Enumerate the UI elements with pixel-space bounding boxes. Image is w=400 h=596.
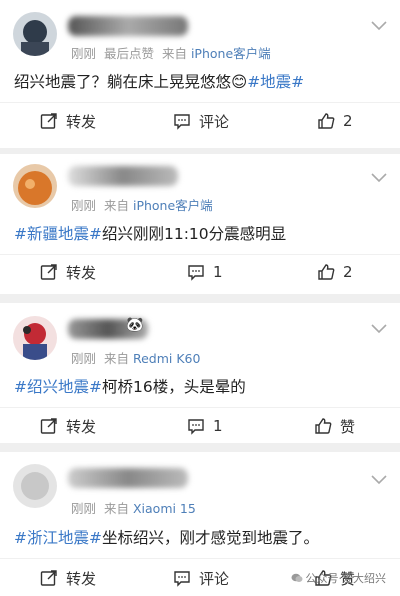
watermark: 公众号·爱大绍兴 [291,570,386,586]
post-meta: 刚刚 来自 Xiaomi 15 [71,501,196,516]
thumbs-up-icon [318,264,335,280]
repost-button[interactable]: 转发 [40,258,96,286]
repost-button[interactable]: 转发 [40,412,96,440]
comment-button[interactable]: 1 [187,258,223,286]
hashtag-link[interactable]: #绍兴地震# [14,378,102,396]
comment-icon [174,571,190,587]
post-text: #绍兴地震#柯桥16楼，头是晕的 [14,378,246,396]
username-blurred[interactable] [68,16,188,36]
hashtag-link[interactable]: #新疆地震# [14,225,102,243]
repost-icon [40,570,57,586]
client-link[interactable]: Redmi K60 [133,351,200,366]
repost-icon [40,264,57,280]
username-blurred[interactable] [68,166,178,186]
repost-button[interactable]: 转发 [40,564,96,592]
like-button[interactable]: 2 [317,258,353,286]
comment-button[interactable]: 1 [187,412,223,440]
post-card: 刚刚 最后点赞 来自 iPhone客户端 绍兴地震了？躺在床上晃晃悠悠😊#地震#… [0,0,400,148]
client-link[interactable]: iPhone客户端 [191,46,271,61]
chevron-down-icon[interactable] [370,323,388,335]
hashtag-link[interactable]: #浙江地震# [14,529,102,547]
avatar[interactable] [13,12,57,56]
thumbs-up-icon [318,113,335,129]
post-meta: 刚刚 来自 iPhone客户端 [71,198,213,213]
chevron-down-icon[interactable] [370,20,388,32]
post-meta: 刚刚 来自 Redmi K60 [71,351,201,366]
wechat-icon [291,573,302,582]
like-button[interactable]: 2 [317,107,353,135]
post-card: 🐼 刚刚 来自 Redmi K60 #绍兴地震#柯桥16楼，头是晕的 转发 1 … [0,303,400,443]
chevron-down-icon[interactable] [370,172,388,184]
comment-icon [174,114,190,130]
avatar[interactable] [13,164,57,208]
comment-icon [188,265,204,281]
like-button[interactable]: 赞 [314,412,355,440]
post-meta: 刚刚 最后点赞 来自 iPhone客户端 [71,46,271,61]
repost-button[interactable]: 转发 [40,107,96,135]
client-link[interactable]: iPhone客户端 [133,198,213,213]
thumbs-up-icon [315,418,332,434]
comment-button[interactable]: 评论 [173,107,229,135]
avatar[interactable] [13,464,57,508]
post-text: #浙江地震#坐标绍兴，刚才感觉到地震了。 [14,529,319,547]
repost-icon [40,418,57,434]
avatar[interactable] [13,316,57,360]
client-link[interactable]: Xiaomi 15 [133,501,196,516]
panda-emoji: 🐼 [126,317,144,333]
username-blurred[interactable] [68,468,188,488]
post-text: 绍兴地震了？躺在床上晃晃悠悠😊#地震# [14,73,305,91]
post-text: #新疆地震#绍兴刚刚11:10分震感明显 [14,225,287,243]
repost-icon [40,113,57,129]
comment-icon [188,419,204,435]
post-card: 刚刚 来自 iPhone客户端 #新疆地震#绍兴刚刚11:10分震感明显 转发 … [0,154,400,294]
chevron-down-icon[interactable] [370,474,388,486]
comment-button[interactable]: 评论 [173,564,229,592]
hashtag-link[interactable]: #地震# [247,73,304,91]
